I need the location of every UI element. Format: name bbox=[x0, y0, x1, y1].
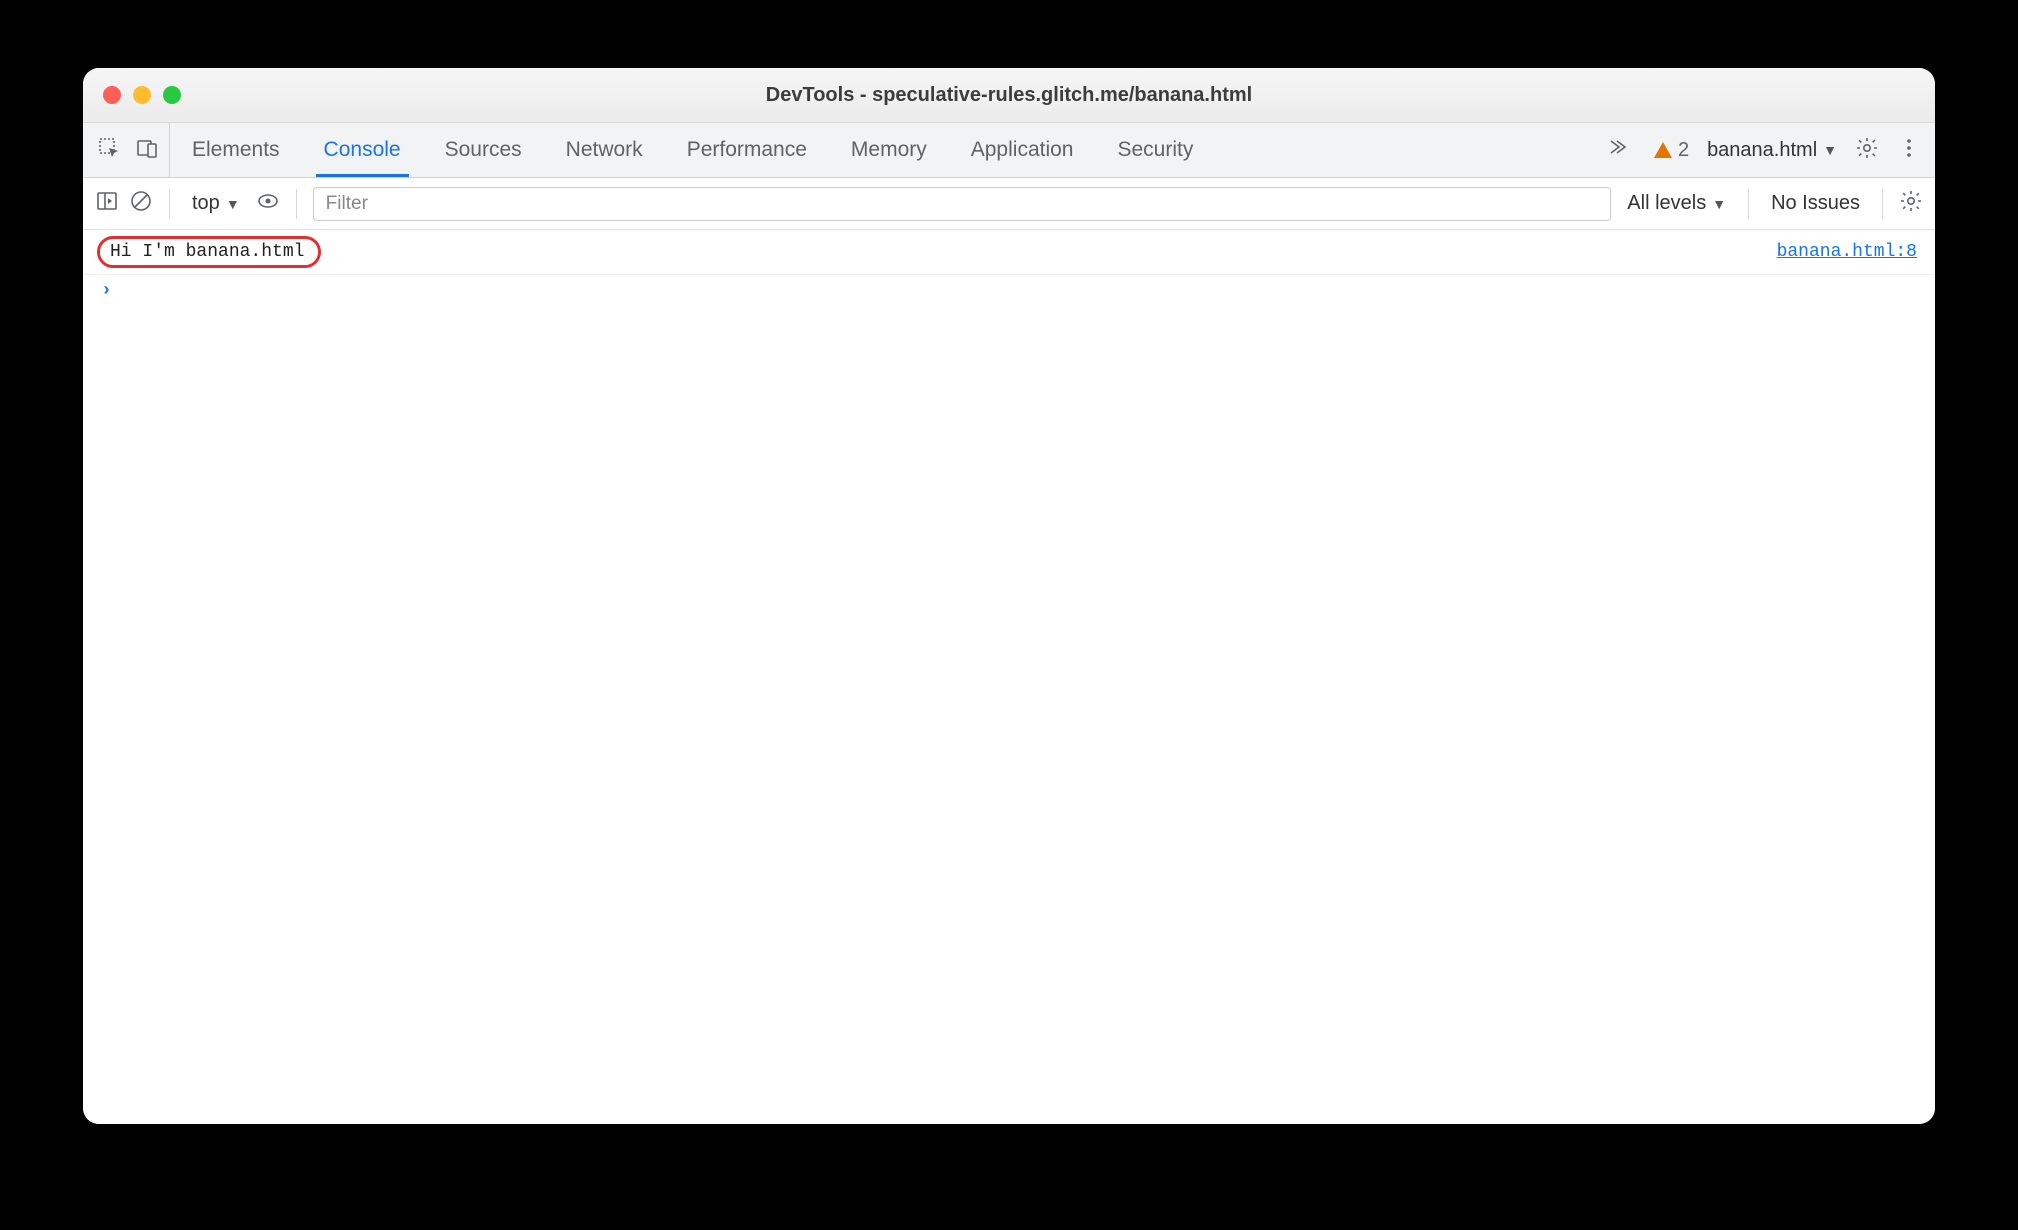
chevron-down-icon: ▼ bbox=[226, 196, 240, 212]
execution-context-dropdown[interactable]: top ▼ bbox=[186, 192, 246, 215]
tabbar: Elements Console Sources Network Perform… bbox=[83, 123, 1935, 178]
chevron-down-icon: ▼ bbox=[1712, 196, 1726, 212]
execution-context-label: top bbox=[192, 192, 220, 215]
maximize-window-button[interactable] bbox=[163, 86, 181, 104]
console-settings-gear-icon[interactable] bbox=[1899, 189, 1923, 218]
frame-context-label: banana.html bbox=[1707, 139, 1817, 162]
console-body: Hi I'm banana.html banana.html:8 › bbox=[83, 230, 1935, 1124]
panel-tabs: Elements Console Sources Network Perform… bbox=[170, 123, 1215, 177]
tab-elements[interactable]: Elements bbox=[170, 123, 302, 177]
clear-console-icon[interactable] bbox=[129, 189, 153, 218]
tab-network[interactable]: Network bbox=[544, 123, 665, 177]
issues-status[interactable]: No Issues bbox=[1765, 192, 1866, 215]
separator bbox=[296, 189, 297, 219]
live-expression-icon[interactable] bbox=[256, 189, 280, 218]
console-prompt[interactable]: › bbox=[83, 275, 1935, 307]
separator bbox=[1748, 189, 1749, 219]
warnings-badge[interactable]: 2 bbox=[1654, 139, 1689, 162]
tab-memory[interactable]: Memory bbox=[829, 123, 949, 177]
frame-context-dropdown[interactable]: banana.html ▼ bbox=[1707, 139, 1837, 162]
inspect-element-icon[interactable] bbox=[97, 136, 121, 165]
chevron-down-icon: ▼ bbox=[1823, 142, 1837, 158]
inspect-tools bbox=[83, 123, 170, 177]
warnings-count: 2 bbox=[1678, 139, 1689, 162]
tab-sources[interactable]: Sources bbox=[423, 123, 544, 177]
traffic-lights bbox=[83, 86, 181, 104]
devtools-window: DevTools - speculative-rules.glitch.me/b… bbox=[83, 68, 1935, 1124]
prompt-caret-icon: › bbox=[101, 281, 112, 301]
tab-console[interactable]: Console bbox=[302, 123, 423, 177]
toggle-sidebar-icon[interactable] bbox=[95, 189, 119, 218]
device-toolbar-icon[interactable] bbox=[135, 136, 159, 165]
window-title: DevTools - speculative-rules.glitch.me/b… bbox=[83, 84, 1935, 107]
more-tabs-icon[interactable] bbox=[1596, 135, 1636, 166]
tab-performance[interactable]: Performance bbox=[665, 123, 829, 177]
console-toolbar: top ▼ All levels ▼ No Issues bbox=[83, 178, 1935, 230]
separator bbox=[169, 189, 170, 219]
log-levels-label: All levels bbox=[1627, 192, 1706, 215]
console-filter-input[interactable] bbox=[313, 187, 1612, 221]
console-log-message: Hi I'm banana.html bbox=[97, 236, 321, 268]
close-window-button[interactable] bbox=[103, 86, 121, 104]
titlebar: DevTools - speculative-rules.glitch.me/b… bbox=[83, 68, 1935, 123]
separator bbox=[1882, 189, 1883, 219]
tabbar-right: 2 banana.html ▼ bbox=[1596, 123, 1935, 177]
minimize-window-button[interactable] bbox=[133, 86, 151, 104]
settings-gear-icon[interactable] bbox=[1855, 136, 1879, 165]
log-levels-dropdown[interactable]: All levels ▼ bbox=[1621, 192, 1732, 215]
warning-icon bbox=[1654, 142, 1672, 158]
tab-application[interactable]: Application bbox=[949, 123, 1096, 177]
console-log-source-link[interactable]: banana.html:8 bbox=[1777, 242, 1917, 262]
console-log-row: Hi I'm banana.html banana.html:8 bbox=[83, 230, 1935, 275]
more-options-icon[interactable] bbox=[1897, 136, 1921, 165]
tab-security[interactable]: Security bbox=[1095, 123, 1215, 177]
